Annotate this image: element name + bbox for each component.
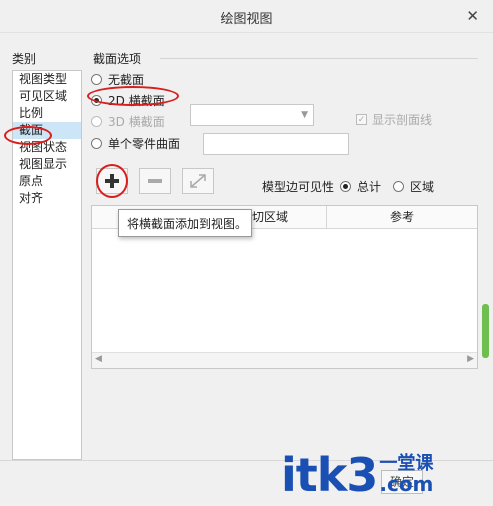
add-section-tooltip: 将横截面添加到视图。 <box>118 209 252 237</box>
flip-arrows-icon <box>190 174 206 188</box>
radio-no-section[interactable] <box>91 73 102 85</box>
radio-total[interactable] <box>340 181 352 192</box>
section-divider <box>160 58 478 59</box>
surface-input[interactable] <box>203 133 349 155</box>
no-section-option[interactable]: 无截面 <box>91 70 144 88</box>
radio-3d-section[interactable] <box>91 115 102 127</box>
remove-section-button[interactable] <box>139 168 171 194</box>
horizontal-scrollbar[interactable]: ◀ ▶ <box>92 352 477 368</box>
show-section-line-option[interactable]: ✓ 显示剖面线 <box>356 111 432 128</box>
watermark-cn: 一堂课 <box>379 453 434 474</box>
show-section-line-label: 显示剖面线 <box>372 113 433 127</box>
2d-section-label: 2D 横截面 <box>108 93 165 108</box>
add-section-button[interactable] <box>96 168 128 194</box>
category-view-display[interactable]: 视图显示 <box>13 156 81 173</box>
single-part-surface-label: 单个零件曲面 <box>108 136 181 151</box>
window-title: 绘图视图 <box>220 12 273 27</box>
scroll-right-icon[interactable]: ▶ <box>467 354 474 364</box>
category-view-states[interactable]: 视图状态 <box>13 139 81 156</box>
minus-icon <box>148 179 162 183</box>
model-edge-visibility-label: 模型边可见性 <box>262 180 335 194</box>
category-alignment[interactable]: 对齐 <box>13 190 81 207</box>
2d-section-option[interactable]: 2D 横截面 <box>91 91 165 109</box>
no-section-label: 无截面 <box>108 72 145 87</box>
3d-section-option[interactable]: 3D 横截面 <box>91 112 165 130</box>
plus-icon <box>105 174 119 188</box>
chevron-down-icon: ▼ <box>301 110 308 120</box>
category-scale[interactable]: 比例 <box>13 105 81 122</box>
watermark-logo: itk3 一堂课 .com <box>281 450 433 500</box>
title-bar: 绘图视图 ✕ <box>0 0 493 33</box>
watermark-side: 一堂课 .com <box>379 453 434 496</box>
close-icon[interactable]: ✕ <box>466 7 479 25</box>
category-visible-area[interactable]: 可见区域 <box>13 88 81 105</box>
area-label: 区域 <box>410 180 435 194</box>
flip-section-button[interactable] <box>182 168 214 194</box>
watermark-com: .com <box>379 472 434 496</box>
scroll-left-icon[interactable]: ◀ <box>95 354 102 364</box>
show-section-line-checkbox[interactable]: ✓ <box>356 114 367 125</box>
cross-section-select[interactable]: ▼ <box>190 104 314 126</box>
model-edge-visibility: 模型边可见性 总计 区域 <box>262 178 434 195</box>
categories-list: 视图类型 可见区域 比例 截面 视图状态 视图显示 原点 对齐 <box>12 70 82 460</box>
category-origin[interactable]: 原点 <box>13 173 81 190</box>
3d-section-label: 3D 横截面 <box>108 114 165 129</box>
category-sections[interactable]: 截面 <box>13 122 81 139</box>
column-header-reference[interactable]: 参考 <box>327 206 477 228</box>
vertical-scrollbar-thumb[interactable] <box>482 304 489 358</box>
total-label: 总计 <box>357 180 382 194</box>
radio-2d-section[interactable] <box>91 94 102 106</box>
categories-label: 类别 <box>12 52 37 66</box>
radio-single-part-surface[interactable] <box>91 137 102 149</box>
single-part-surface-option[interactable]: 单个零件曲面 <box>91 134 180 152</box>
radio-area[interactable] <box>393 181 405 192</box>
section-options-label: 截面选项 <box>93 52 142 66</box>
category-view-type[interactable]: 视图类型 <box>13 71 81 88</box>
watermark-main: itk3 <box>281 448 378 502</box>
